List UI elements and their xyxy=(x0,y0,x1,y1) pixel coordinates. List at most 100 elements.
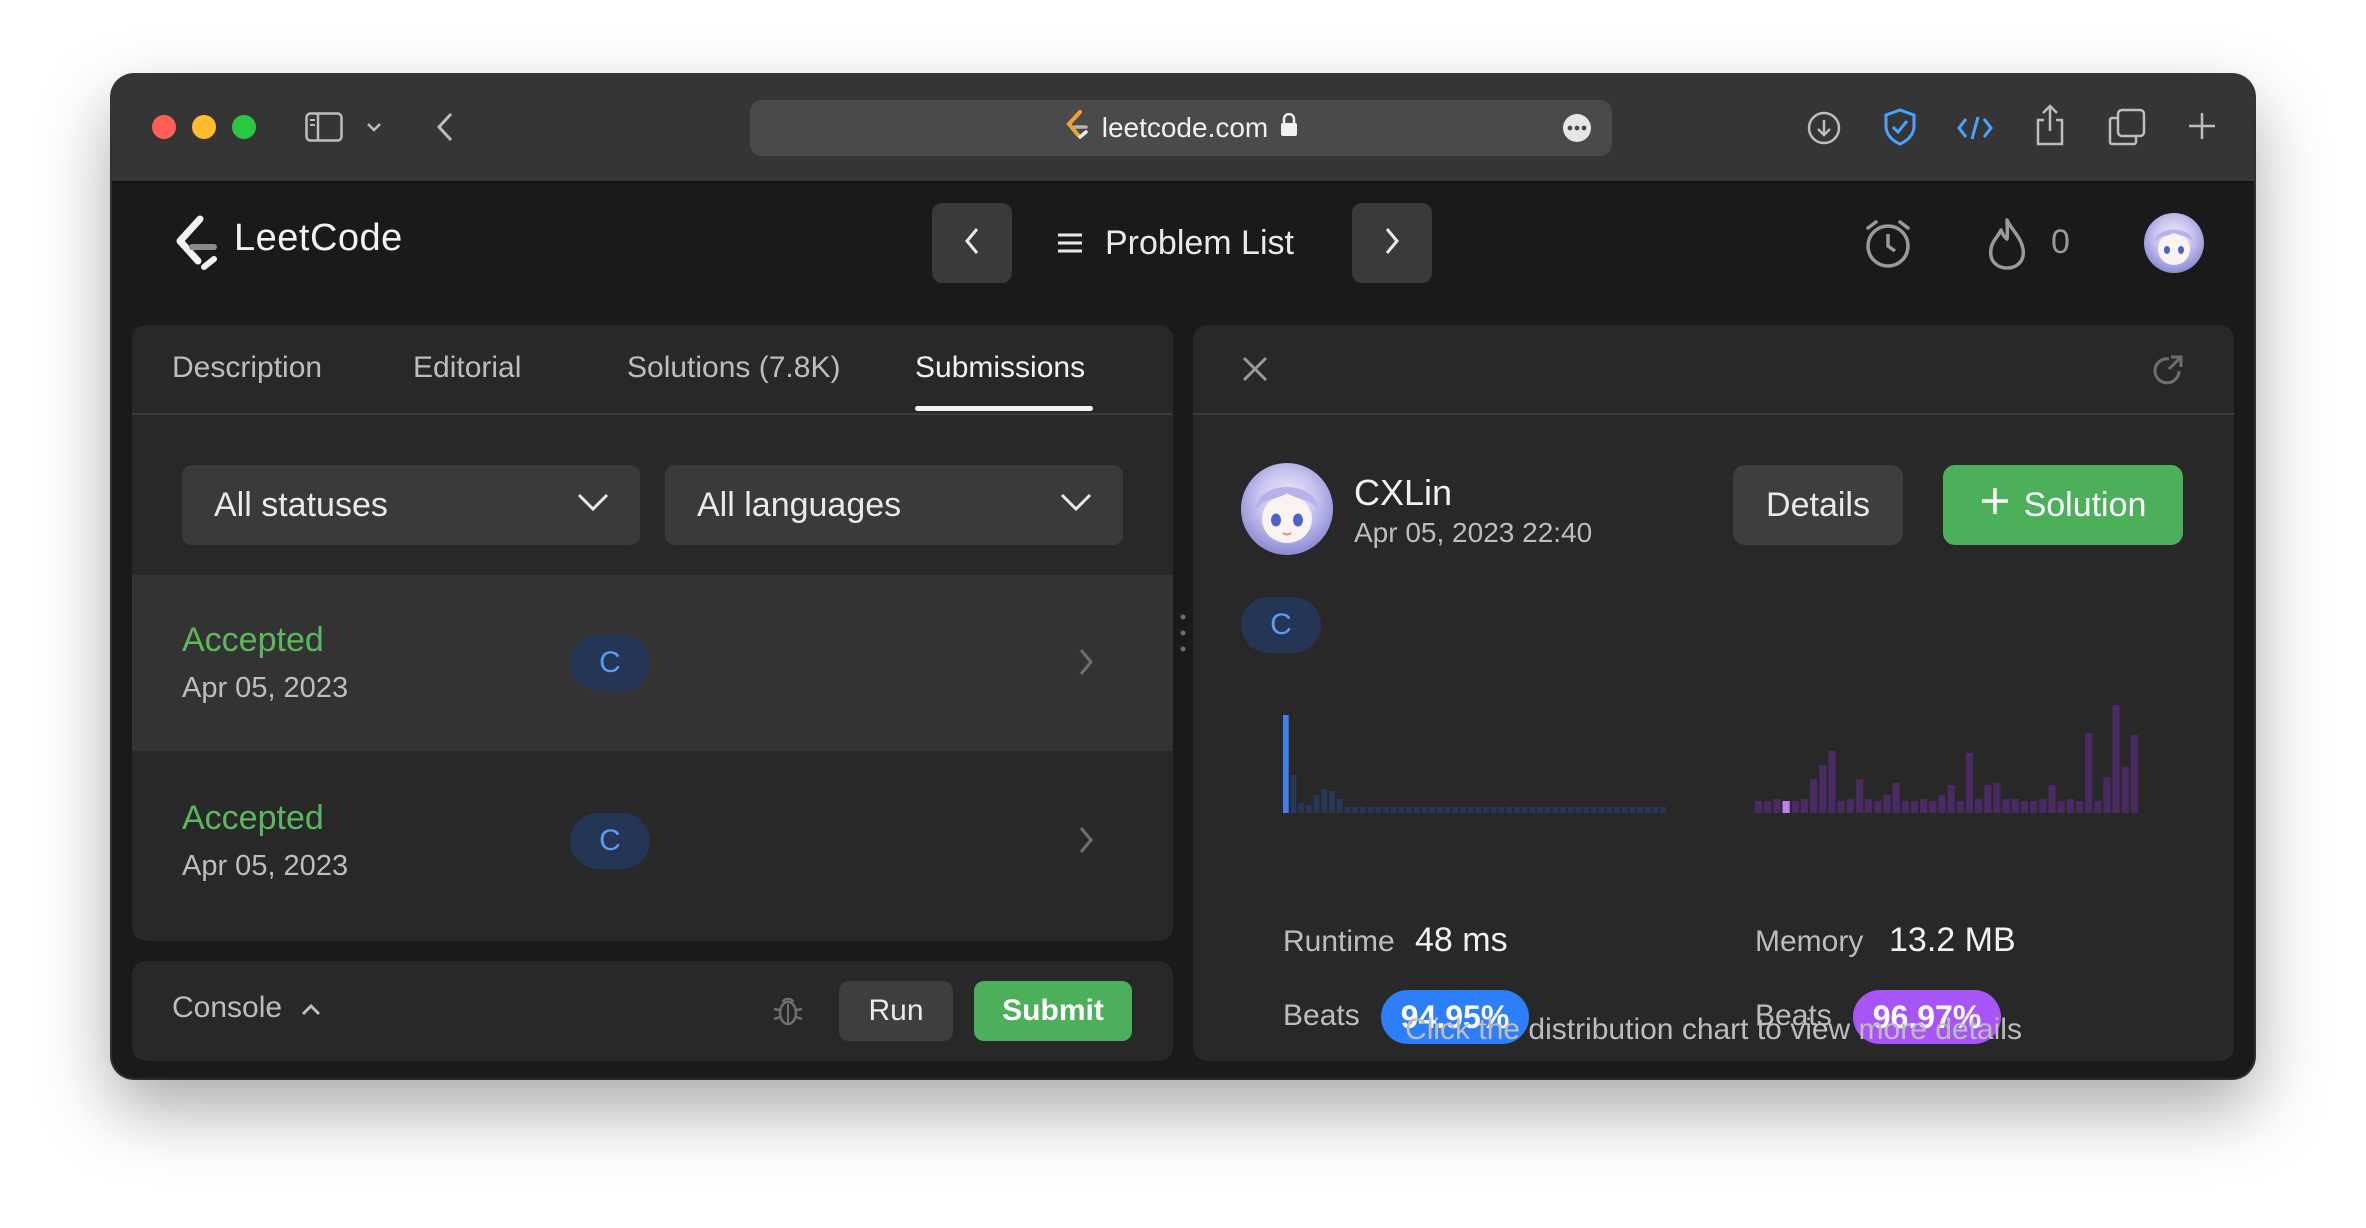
submission-detail-panel: CXLin Apr 05, 2023 22:40 Details Solutio… xyxy=(1193,325,2234,1061)
streak-count: 0 xyxy=(2051,223,2070,261)
histogram-bar xyxy=(1298,803,1305,813)
histogram-bar xyxy=(1413,807,1420,813)
memory-distribution-chart[interactable] xyxy=(1755,703,2145,813)
url-text: leetcode.com xyxy=(1101,112,1269,143)
histogram-bar xyxy=(2085,733,2093,813)
histogram-bar xyxy=(2030,801,2038,813)
panel-resize-handle[interactable] xyxy=(1180,612,1186,654)
histogram-bar xyxy=(1360,807,1366,813)
tab-solutions[interactable]: Solutions (7.8K) xyxy=(627,351,840,385)
address-bar[interactable]: leetcode.com xyxy=(750,100,1612,156)
new-tab-icon[interactable] xyxy=(2185,109,2219,143)
console-label: Console xyxy=(172,991,283,1024)
runtime-label: Runtime xyxy=(1283,925,1395,958)
table-row[interactable]: Accepted Apr 05, 2023 C xyxy=(132,751,1173,927)
open-external-icon[interactable] xyxy=(2151,353,2185,392)
chevron-right-icon xyxy=(1077,825,1095,860)
histogram-bar xyxy=(2094,801,2102,813)
shield-icon[interactable] xyxy=(1880,107,1920,147)
minimize-window-button[interactable] xyxy=(192,115,216,139)
chevron-down-icon[interactable] xyxy=(364,115,384,139)
chevron-up-icon xyxy=(300,991,322,1025)
histogram-bar xyxy=(2130,735,2138,813)
histogram-bar xyxy=(1591,807,1597,813)
histogram-bar xyxy=(1660,807,1666,813)
table-row[interactable]: Accepted Apr 05, 2023 C xyxy=(132,575,1173,751)
problem-tabs: Description Editorial Solutions (7.8K) S… xyxy=(132,325,1173,415)
site-favicon-icon xyxy=(1064,109,1090,147)
chevron-down-icon xyxy=(1059,491,1093,518)
share-icon[interactable] xyxy=(2032,103,2068,147)
histogram-bar xyxy=(1390,807,1397,813)
runtime-distribution-chart[interactable] xyxy=(1283,703,1673,813)
chevron-down-icon xyxy=(576,491,610,518)
chevron-left-icon xyxy=(962,225,982,262)
histogram-bar xyxy=(1406,807,1412,813)
close-icon[interactable] xyxy=(1241,355,1269,388)
status-filter-select[interactable]: All statuses xyxy=(182,465,640,545)
histogram-bar xyxy=(1398,807,1405,813)
histogram-bar xyxy=(1621,807,1628,813)
histogram-bar xyxy=(1521,807,1528,813)
histogram-bar xyxy=(2020,801,2028,813)
download-icon[interactable] xyxy=(1805,109,1843,147)
histogram-bar xyxy=(2112,705,2120,813)
histogram-bar xyxy=(2121,767,2129,813)
histogram-bar xyxy=(1437,807,1443,813)
next-problem-button[interactable] xyxy=(1352,203,1432,283)
add-solution-button[interactable]: Solution xyxy=(1943,465,2183,545)
language-filter-select[interactable]: All languages xyxy=(665,465,1123,545)
details-button[interactable]: Details xyxy=(1733,465,1903,545)
tab-description[interactable]: Description xyxy=(172,351,322,385)
tab-submissions[interactable]: Submissions xyxy=(915,351,1085,385)
histogram-bar xyxy=(1544,807,1551,813)
streak-flame-icon[interactable] xyxy=(1985,217,2029,276)
leetcode-logo-icon[interactable] xyxy=(170,215,222,278)
more-options-icon[interactable] xyxy=(1562,113,1592,148)
histogram-bar xyxy=(1444,807,1451,813)
runtime-value: 48 ms xyxy=(1415,921,1508,959)
histogram-bar xyxy=(1598,807,1605,813)
run-button[interactable]: Run xyxy=(839,981,953,1041)
histogram-bar xyxy=(2057,801,2065,813)
problem-list-button[interactable]: Problem List xyxy=(1057,203,1294,283)
histogram-bar xyxy=(1614,807,1620,813)
brand-name[interactable]: LeetCode xyxy=(234,217,403,260)
histogram-bar xyxy=(1460,807,1466,813)
histogram-bar xyxy=(1965,753,1973,813)
avatar[interactable] xyxy=(2144,213,2204,273)
sidebar-icon[interactable] xyxy=(304,107,344,147)
tab-editorial[interactable]: Editorial xyxy=(413,351,521,385)
histogram-bar xyxy=(1283,715,1289,813)
code-icon[interactable] xyxy=(1955,109,1995,147)
debug-bug-icon[interactable] xyxy=(772,993,804,1032)
language-badge: C xyxy=(1241,597,1321,653)
histogram-bar xyxy=(1883,795,1891,813)
histogram-bar xyxy=(1874,801,1882,813)
histogram-bar xyxy=(1575,807,1582,813)
prev-problem-button[interactable] xyxy=(932,203,1012,283)
problem-list-label: Problem List xyxy=(1105,223,1294,262)
submission-status: Accepted xyxy=(182,799,324,837)
histogram-bar xyxy=(1782,801,1790,813)
detail-header xyxy=(1193,325,2234,415)
submission-date: Apr 05, 2023 xyxy=(182,850,349,882)
timer-icon[interactable] xyxy=(1862,218,1914,275)
histogram-bar xyxy=(1920,799,1928,813)
submit-button[interactable]: Submit xyxy=(974,981,1132,1041)
histogram-bar xyxy=(1560,807,1566,813)
histogram-bar xyxy=(1452,807,1459,813)
histogram-bar xyxy=(1321,789,1328,813)
user-name[interactable]: CXLin xyxy=(1354,472,1452,514)
zoom-window-button[interactable] xyxy=(232,115,256,139)
avatar[interactable] xyxy=(1241,463,1333,555)
back-icon[interactable] xyxy=(430,107,460,147)
tabs-overview-icon[interactable] xyxy=(2107,107,2147,147)
language-badge: C xyxy=(570,813,650,869)
histogram-bar xyxy=(1498,807,1505,813)
histogram-bar xyxy=(1514,807,1520,813)
plus-icon xyxy=(1980,486,2010,525)
close-window-button[interactable] xyxy=(152,115,176,139)
console-toggle[interactable]: Console xyxy=(172,991,322,1025)
histogram-bar xyxy=(2048,785,2056,813)
